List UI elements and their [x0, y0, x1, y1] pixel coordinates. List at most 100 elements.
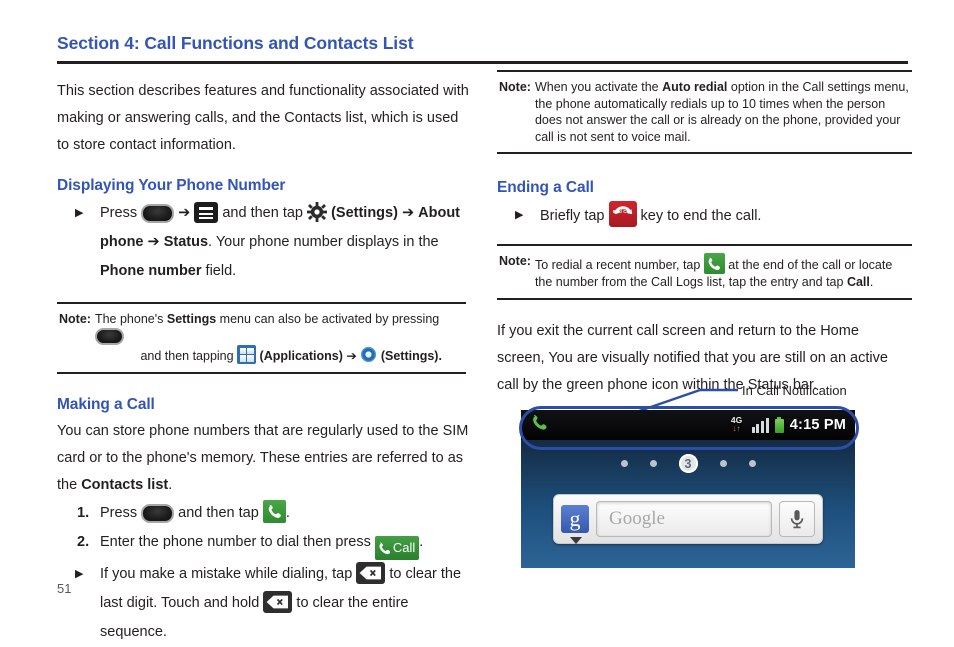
right-column: Note: When you activate the Auto redial …	[497, 70, 912, 399]
ending-call-text-b: key to end the call.	[640, 208, 762, 224]
page-number: 51	[57, 581, 72, 596]
note-text-a: The phone's	[94, 312, 164, 326]
note-text-applications: (Applications)	[259, 349, 343, 363]
bullet-marker: ▶	[75, 567, 84, 580]
caret-down-icon[interactable]	[570, 537, 582, 544]
step-text-press: Press	[100, 205, 138, 221]
left-column: This section describes features and func…	[57, 78, 469, 647]
making-a-call-paragraph-c: .	[168, 476, 173, 493]
step-1-text-b: and then tap	[178, 504, 259, 521]
note-text: The phone's Settings menu can also be ac…	[94, 311, 464, 365]
gear-icon	[307, 202, 328, 222]
note-text-a: When you activate the	[534, 80, 659, 94]
end-call-label: End Call	[612, 209, 633, 214]
home-key-icon	[141, 204, 175, 223]
step-1-text-a: Press	[100, 504, 138, 521]
heading-ending-a-call: Ending a Call	[497, 179, 594, 196]
call-button-label: Call	[392, 539, 416, 555]
step-text-and-then-tap: and then tap	[222, 205, 303, 221]
voice-search-button[interactable]	[779, 501, 815, 537]
menu-key-icon	[194, 202, 219, 223]
in-call-phone-icon	[530, 413, 549, 437]
note-label: Note:	[59, 312, 91, 326]
step-2-text-b: .	[419, 533, 424, 550]
arrow-icon: ➔	[346, 348, 357, 363]
page-dot	[719, 460, 727, 467]
note-text-a: To redial a recent number, tap	[534, 258, 701, 272]
page-dot	[649, 460, 657, 467]
search-input-placeholder: Google	[609, 508, 665, 529]
note-text-c: menu can also be activated by pressing	[219, 312, 440, 326]
google-logo-icon[interactable]: g	[561, 505, 589, 544]
step-text-field: field.	[205, 263, 237, 279]
page-title: Section 4: Call Functions and Contacts L…	[57, 33, 414, 53]
home-page-indicator: 3	[521, 454, 855, 473]
note-redial: Note: To redial a recent number, tap at …	[497, 244, 912, 300]
note-settings-menu: Note: The phone's Settings menu can also…	[57, 302, 466, 374]
status-bar-left	[530, 413, 549, 437]
search-input[interactable]: Google	[596, 501, 772, 537]
arrow-icon-2: ➔	[401, 205, 415, 221]
note-label: Note:	[499, 80, 531, 94]
google-search-widget[interactable]: g Google	[553, 494, 823, 544]
note-text-call: Call	[846, 275, 870, 289]
phone-dialer-green-icon	[262, 499, 286, 523]
making-a-call-paragraph: You can store phone numbers that are reg…	[57, 418, 469, 499]
step-number: 1.	[77, 504, 90, 521]
bullet-marker: ▶	[75, 207, 84, 219]
callout-label: In Call Notification	[742, 383, 847, 398]
step-3-text-a: If you make a mistake while dialing, tap	[100, 565, 353, 582]
step-displaying-number: ▶ Press ➔ and then tap (Settings) ➔ Abou…	[64, 199, 469, 286]
google-logo-letter: g	[569, 506, 581, 531]
manual-page: Section 4: Call Functions and Contacts L…	[0, 0, 954, 640]
step-2-make-call: 2. Enter the phone number to dial then p…	[64, 528, 469, 560]
home-key-icon	[141, 503, 175, 523]
status-bar-clock: 4:15 PM	[789, 417, 846, 433]
note-text-d: and then tapping	[140, 349, 234, 363]
heading-displaying-your-phone-number: Displaying Your Phone Number	[57, 177, 286, 194]
making-a-call-contacts-list: Contacts list	[81, 476, 169, 493]
note-text: When you activate the Auto redial option…	[535, 79, 910, 145]
note-label: Note:	[499, 254, 531, 268]
step-number: 2.	[77, 533, 90, 550]
note-text-settings: Settings	[166, 312, 217, 326]
step-text: Press ➔ and then tap (Settings) ➔ About …	[100, 199, 469, 286]
intro-paragraph: This section describes features and func…	[57, 83, 469, 153]
step-text-phone-number: Phone number	[100, 263, 202, 279]
settings-gear-blue-icon	[360, 346, 377, 363]
network-arrows: ↓↑	[728, 425, 746, 433]
phone-home-screen-screenshot: 4G ↓↑ 4:15 PM 3 g Google	[521, 410, 855, 568]
call-button-green-icon: Call	[374, 535, 420, 560]
step-text-tail: . Your phone number displays in the	[208, 234, 439, 250]
network-up-arrow: ↑	[736, 424, 741, 433]
note-text-settings-2: (Settings).	[380, 349, 442, 363]
step-text-settings-label: (Settings)	[331, 205, 398, 221]
note-text-d: .	[869, 275, 874, 289]
ending-call-text-a: Briefly tap	[540, 208, 605, 224]
step-text-status: Status	[163, 234, 209, 250]
bullet-marker: ▶	[515, 209, 524, 221]
note-text: To redial a recent number, tap at the en…	[535, 253, 910, 291]
battery-full-icon	[774, 417, 784, 433]
end-call-button-icon: End Call	[608, 201, 637, 227]
backspace-clear-icon	[356, 561, 386, 584]
step-3-clear-digits: ▶ If you make a mistake while dialing, t…	[64, 560, 469, 647]
page-dot	[620, 460, 628, 467]
step-ending-a-call: ▶ Briefly tap End Call key to end the ca…	[504, 201, 908, 231]
note-auto-redial: Note: When you activate the Auto redial …	[497, 70, 912, 154]
backspace-clear-icon	[263, 590, 293, 613]
status-bar: 4G ↓↑ 4:15 PM	[521, 410, 855, 440]
network-4g-icon: 4G ↓↑	[728, 415, 746, 435]
step-2-text-a: Enter the phone number to dial then pres…	[100, 533, 371, 550]
microphone-icon	[790, 510, 804, 529]
arrow-icon-3: ➔	[147, 234, 160, 250]
signal-bars-icon	[751, 417, 769, 433]
step-1-make-call: 1. Press and then tap .	[64, 499, 469, 528]
applications-grid-icon	[237, 345, 257, 364]
status-bar-right: 4G ↓↑ 4:15 PM	[728, 415, 846, 435]
page-dot-current: 3	[678, 454, 698, 473]
home-key-icon	[94, 327, 124, 345]
note-text-auto-redial: Auto redial	[662, 80, 728, 94]
title-divider	[57, 61, 908, 64]
heading-making-a-call: Making a Call	[57, 395, 155, 413]
